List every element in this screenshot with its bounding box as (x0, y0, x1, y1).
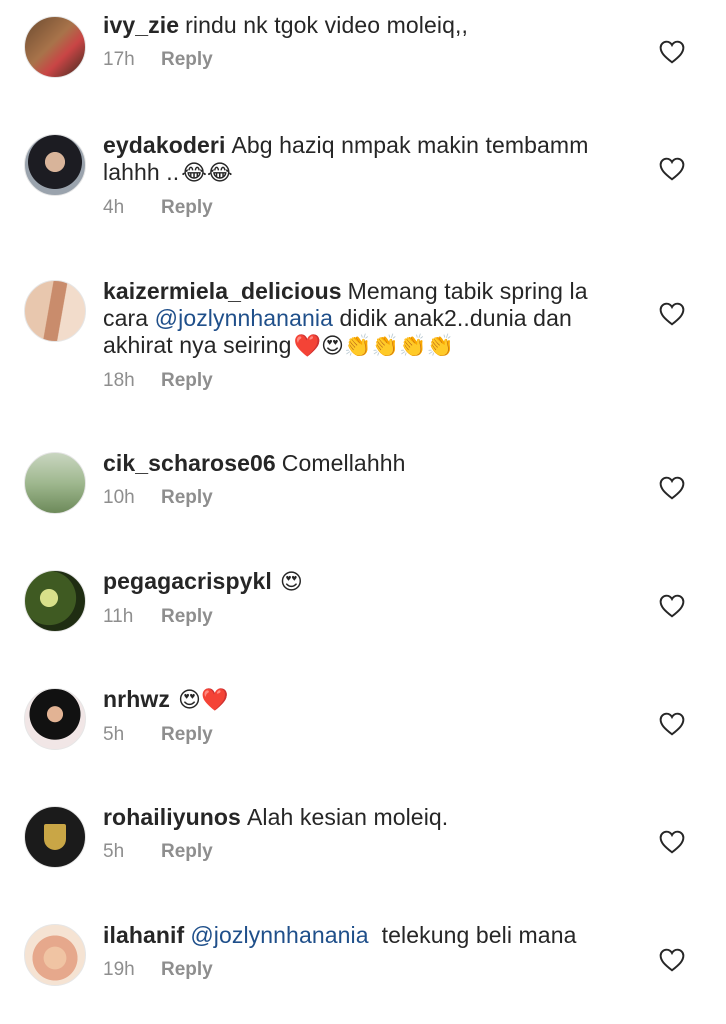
comment-username[interactable]: ilahanif (103, 922, 184, 948)
comment-timestamp: 10h (103, 487, 135, 508)
avatar[interactable] (24, 688, 86, 750)
comment-username[interactable]: cik_scharose06 (103, 450, 276, 476)
avatar[interactable] (24, 280, 86, 342)
avatar[interactable] (24, 134, 86, 196)
comment-timestamp: 5h (103, 841, 125, 862)
comment-timestamp: 5h (103, 724, 125, 745)
comment-text: Comellahhh (281, 450, 406, 476)
reply-button[interactable]: Reply (161, 370, 213, 391)
reply-button[interactable]: Reply (161, 959, 213, 980)
heart-outline-icon[interactable] (659, 594, 685, 618)
heart-outline-icon[interactable] (659, 948, 685, 972)
heart-outline-icon[interactable] (659, 476, 685, 500)
emoji: 😍 (279, 570, 303, 595)
comment-text: telekung beli mana (381, 922, 577, 948)
comment-username[interactable]: eydakoderi (103, 132, 225, 158)
mention-link[interactable]: @jozlynnhanania (155, 305, 333, 331)
comment-text: rindu nk tgok video moleiq,, (185, 12, 468, 38)
comment-username[interactable]: rohailiyunos (103, 804, 241, 830)
comment-timestamp: 17h (103, 49, 135, 70)
heart-outline-icon[interactable] (659, 40, 685, 64)
crest-icon (44, 824, 66, 850)
heart-outline-icon[interactable] (659, 712, 685, 736)
reply-button[interactable]: Reply (161, 197, 213, 218)
comment-timestamp: 18h (103, 370, 135, 391)
reply-button[interactable]: Reply (161, 724, 213, 745)
reply-button[interactable]: Reply (161, 841, 213, 862)
avatar[interactable] (24, 924, 86, 986)
reply-button[interactable]: Reply (161, 606, 213, 627)
comment-timestamp: 4h (103, 197, 125, 218)
comment-username[interactable]: ivy_zie (103, 12, 179, 38)
heart-outline-icon[interactable] (659, 302, 685, 326)
comment-username[interactable]: nrhwz (103, 686, 170, 712)
avatar[interactable] (24, 16, 86, 78)
emoji: 😍❤️ (177, 688, 229, 713)
emoji: ❤️😍👏👏👏👏 (293, 334, 455, 359)
emoji: 😂😂 (181, 161, 233, 186)
mention-link[interactable]: @jozlynnhanania (190, 922, 368, 948)
avatar[interactable] (24, 452, 86, 514)
reply-button[interactable]: Reply (161, 49, 213, 70)
avatar[interactable] (24, 570, 86, 632)
comment-username[interactable]: pegagacrispykl (103, 568, 272, 594)
comment-timestamp: 19h (103, 959, 135, 980)
reply-button[interactable]: Reply (161, 487, 213, 508)
comment-timestamp: 11h (103, 606, 134, 627)
avatar[interactable] (24, 806, 86, 868)
heart-outline-icon[interactable] (659, 830, 685, 854)
heart-outline-icon[interactable] (659, 157, 685, 181)
comment-username[interactable]: kaizermiela_delicious (103, 278, 342, 304)
comment-text: Alah kesian moleiq. (246, 804, 449, 830)
